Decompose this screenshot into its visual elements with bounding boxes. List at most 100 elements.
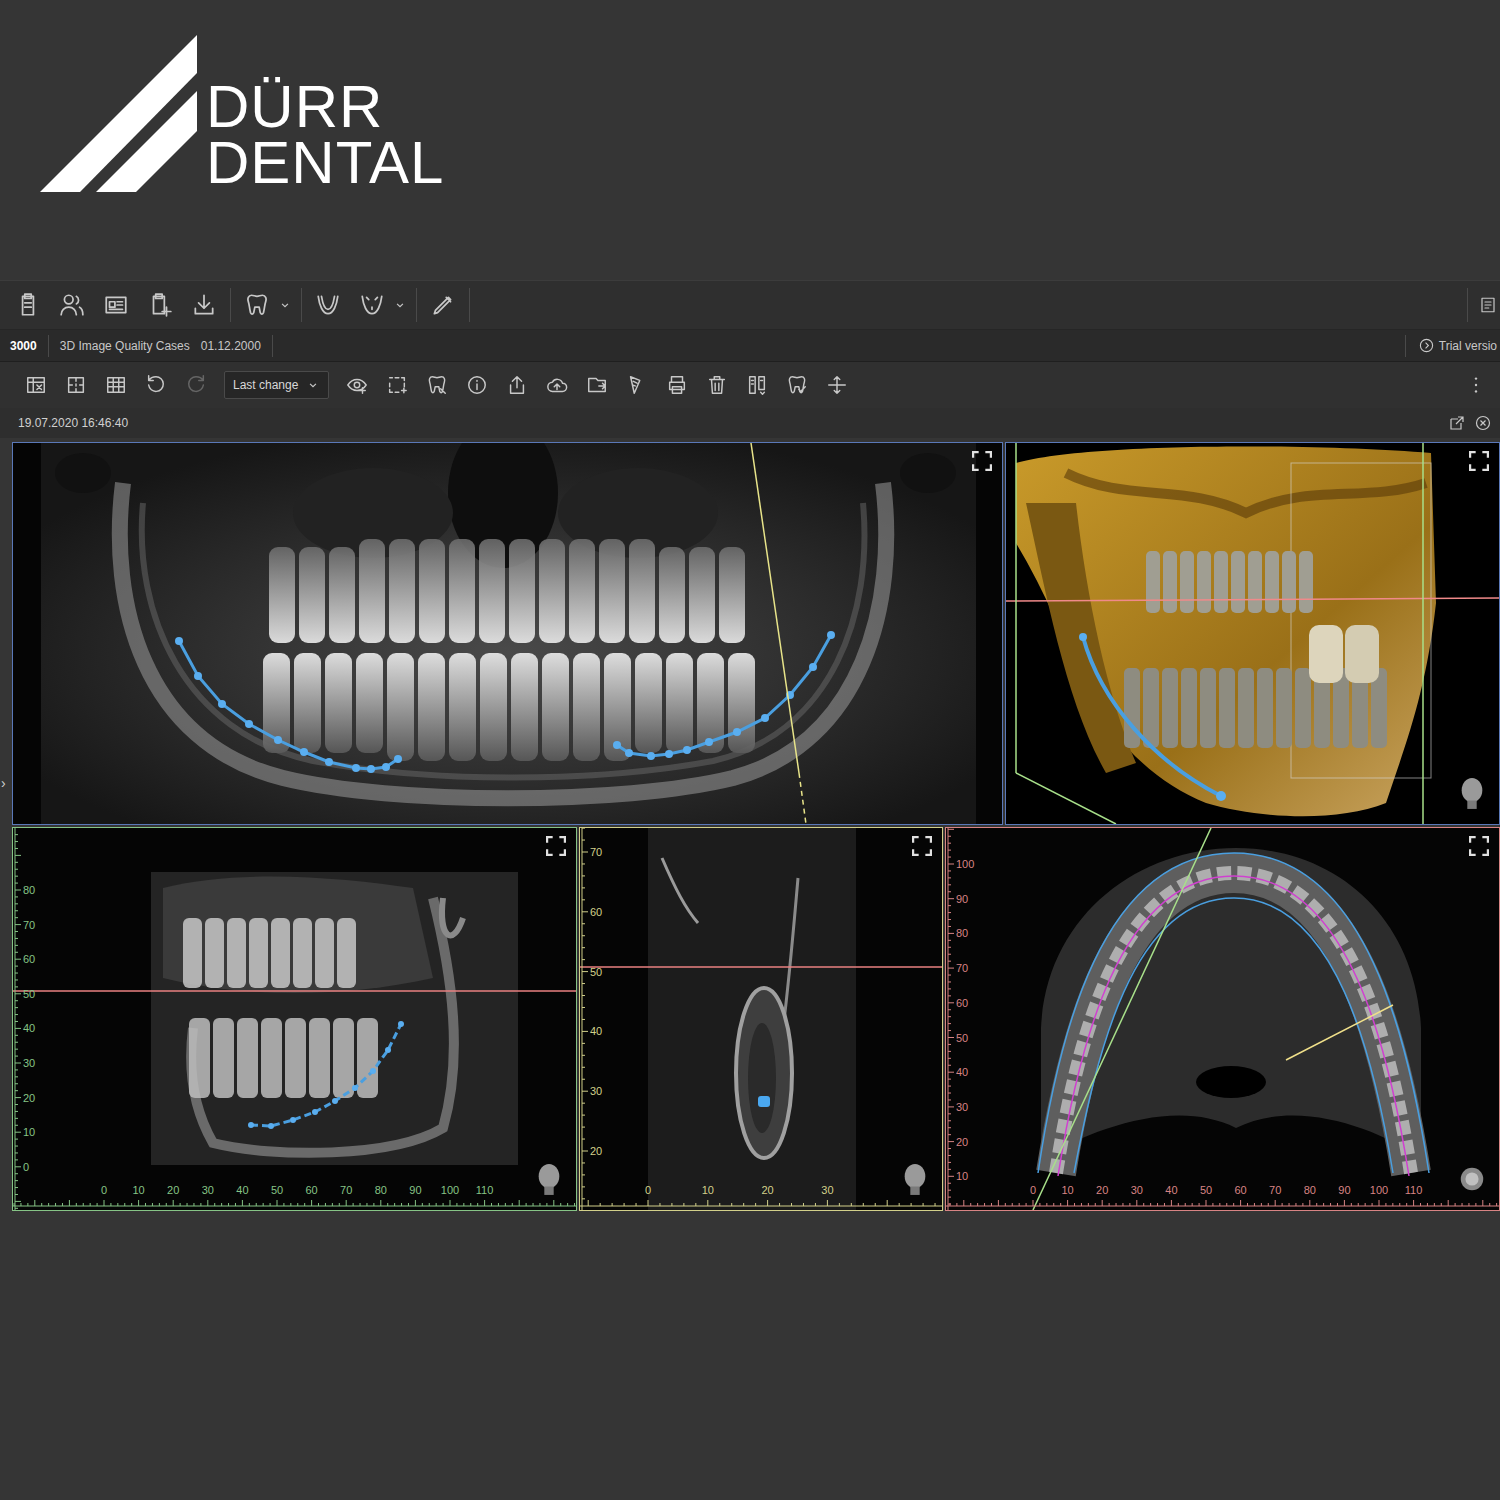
tooth bbox=[728, 653, 755, 753]
panoramic-image bbox=[13, 443, 1002, 824]
y-axis-tick: 80 bbox=[23, 884, 35, 896]
info-icon bbox=[466, 374, 488, 396]
y-axis-tick: 100 bbox=[956, 858, 974, 870]
x-axis-tick: 110 bbox=[476, 1184, 494, 1196]
cross-view[interactable]: 7060504030200102030 bbox=[579, 827, 943, 1211]
folder-export-button[interactable] bbox=[579, 367, 615, 403]
maximize-button[interactable] bbox=[972, 451, 992, 471]
orientation-head-icon[interactable] bbox=[1457, 776, 1487, 810]
panorama-view[interactable] bbox=[12, 442, 1003, 825]
compare-button[interactable] bbox=[739, 367, 775, 403]
nerve-canal-marker[interactable] bbox=[758, 1096, 770, 1107]
select-area-button[interactable] bbox=[379, 367, 415, 403]
chevron-down-button[interactable] bbox=[277, 287, 293, 323]
slice-position-line[interactable] bbox=[751, 443, 799, 773]
nerve-canal[interactable] bbox=[251, 1024, 401, 1126]
crosshair-grid-button[interactable] bbox=[58, 367, 94, 403]
tooth bbox=[635, 653, 662, 753]
import-icon bbox=[191, 292, 217, 318]
tooth bbox=[389, 539, 415, 643]
brand-line: DENTAL bbox=[206, 135, 444, 191]
maximize-button[interactable] bbox=[546, 836, 566, 856]
volume-view[interactable] bbox=[1005, 442, 1500, 825]
import-button[interactable] bbox=[186, 287, 222, 323]
info-button[interactable] bbox=[459, 367, 495, 403]
undo-icon bbox=[145, 374, 167, 396]
y-axis-tick: 40 bbox=[956, 1066, 968, 1078]
play-circle-icon bbox=[1419, 338, 1434, 353]
axial-plane-line[interactable] bbox=[1006, 598, 1499, 601]
durr-logo-icon bbox=[38, 33, 200, 195]
side-panel-toggle[interactable]: › bbox=[1, 776, 6, 790]
folder-export-icon bbox=[586, 374, 608, 396]
cross-section-line[interactable] bbox=[1286, 1005, 1393, 1060]
close-session-button[interactable] bbox=[1470, 412, 1496, 434]
print-button[interactable] bbox=[659, 367, 695, 403]
move-button[interactable] bbox=[819, 367, 855, 403]
tooth bbox=[573, 653, 600, 761]
x-axis-tick: 100 bbox=[441, 1184, 459, 1196]
history-dropdown[interactable]: Last change bbox=[224, 371, 329, 399]
axial-plane-line[interactable] bbox=[13, 990, 576, 992]
ruler-pen-button[interactable] bbox=[619, 367, 655, 403]
tooth bbox=[659, 547, 685, 643]
tooth-icon bbox=[244, 292, 270, 318]
nerve-canal[interactable] bbox=[179, 641, 398, 769]
case-title[interactable]: 3D Image Quality Cases bbox=[49, 339, 190, 353]
orientation-head-top-icon[interactable] bbox=[1457, 1162, 1487, 1196]
layout-grid-button[interactable] bbox=[98, 367, 134, 403]
id-card-icon bbox=[103, 292, 129, 318]
nerve-canal[interactable] bbox=[617, 635, 831, 756]
tooth bbox=[449, 653, 476, 761]
eye-plus-button[interactable] bbox=[339, 367, 375, 403]
eye-plus-icon bbox=[346, 374, 368, 396]
cloud-upload-button[interactable] bbox=[539, 367, 575, 403]
history-label: Last change bbox=[233, 378, 298, 392]
maximize-button[interactable] bbox=[1469, 451, 1489, 471]
maximize-button[interactable] bbox=[1469, 836, 1489, 856]
panoramic-curve[interactable] bbox=[1058, 876, 1409, 1176]
orientation-head-icon[interactable] bbox=[534, 1162, 564, 1196]
pen-button[interactable] bbox=[425, 287, 461, 323]
redo-button[interactable] bbox=[178, 367, 214, 403]
upper-arch-button[interactable] bbox=[310, 287, 346, 323]
chevron-down-button[interactable] bbox=[392, 287, 408, 323]
sagittal-plane-line[interactable] bbox=[1033, 828, 1211, 1210]
y-axis-tick: 90 bbox=[956, 893, 968, 905]
x-axis-tick: 0 bbox=[1030, 1184, 1036, 1196]
tooth bbox=[299, 547, 325, 643]
x-axis-tick: 30 bbox=[821, 1184, 833, 1196]
tooth-check-button[interactable] bbox=[779, 367, 815, 403]
undo-button[interactable] bbox=[138, 367, 174, 403]
more-button[interactable] bbox=[1458, 367, 1494, 403]
export-button[interactable] bbox=[499, 367, 535, 403]
axial-view[interactable]: 1009080706050403020100102030405060708090… bbox=[945, 827, 1500, 1211]
tooth-mark-button[interactable] bbox=[419, 367, 455, 403]
license-status[interactable]: Trial versio bbox=[1406, 338, 1500, 353]
pop-out-icon bbox=[1449, 415, 1465, 431]
pop-out-button[interactable] bbox=[1444, 412, 1470, 434]
orientation-head-icon[interactable] bbox=[900, 1162, 930, 1196]
session-bar: 19.07.2020 16:46:40 bbox=[0, 408, 1500, 438]
chevron-down-icon bbox=[306, 378, 320, 392]
trash-button[interactable] bbox=[699, 367, 735, 403]
ruler-pen-icon bbox=[626, 374, 648, 396]
clipboard-icon bbox=[15, 292, 41, 318]
patients-button[interactable] bbox=[54, 287, 90, 323]
lower-arch-button[interactable] bbox=[354, 287, 390, 323]
id-card-button[interactable] bbox=[98, 287, 134, 323]
case-date: 01.12.2000 bbox=[190, 339, 272, 353]
tooth bbox=[719, 547, 745, 643]
tooth bbox=[542, 653, 569, 761]
maximize-button[interactable] bbox=[912, 836, 932, 856]
tooth-button[interactable] bbox=[239, 287, 275, 323]
clipboard-button[interactable] bbox=[10, 287, 46, 323]
clipboard-plus-button[interactable] bbox=[142, 287, 178, 323]
report-button[interactable] bbox=[1476, 287, 1500, 323]
x-axis-tick: 40 bbox=[236, 1184, 248, 1196]
sagittal-view[interactable]: 8070605040302010001020304050607080901001… bbox=[12, 827, 577, 1211]
x-axis-tick: 30 bbox=[1131, 1184, 1143, 1196]
axial-plane-line[interactable] bbox=[580, 966, 942, 968]
nerve-canal[interactable] bbox=[1083, 637, 1221, 796]
table-close-button[interactable] bbox=[18, 367, 54, 403]
